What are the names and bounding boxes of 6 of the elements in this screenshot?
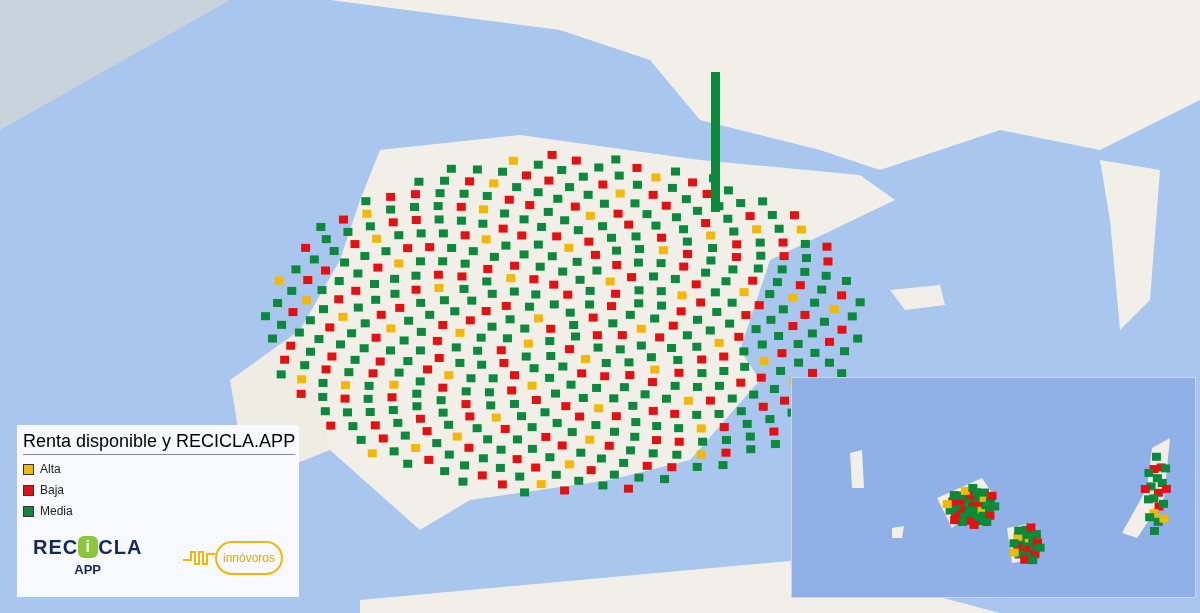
legend-label: Baja (40, 482, 65, 499)
legend-label: Media (40, 503, 73, 520)
innovoros-logo: innóvoros (182, 540, 283, 575)
legend-title: Renta disponible y RECICLA.APP (23, 428, 296, 455)
recicla-logo: REC i CLA APP (33, 536, 143, 579)
legend-label: Alta (40, 461, 61, 478)
